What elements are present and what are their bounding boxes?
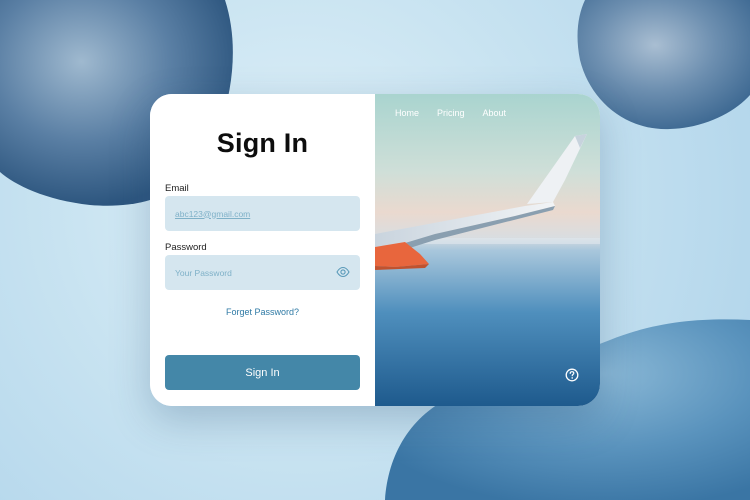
password-field[interactable]: Your Password [165, 255, 360, 290]
sign-in-panel: Sign In Email abc123@gmail.com Password … [150, 94, 375, 406]
sign-in-button[interactable]: Sign In [165, 355, 360, 390]
password-label: Password [165, 242, 207, 253]
nav-item-about[interactable]: About [483, 108, 507, 118]
forgot-password-link[interactable]: Forget Password? [150, 307, 375, 317]
email-placeholder: abc123@gmail.com [175, 208, 251, 219]
email-label: Email [165, 183, 189, 194]
page-title: Sign In [216, 128, 309, 158]
sign-in-card: Sign In Email abc123@gmail.com Password … [150, 94, 600, 406]
password-placeholder: Your Password [175, 267, 232, 278]
nav-item-home[interactable]: Home [395, 108, 419, 118]
top-nav: Home Pricing About [395, 108, 524, 118]
nav-item-pricing[interactable]: Pricing [437, 108, 465, 118]
airplane-wing-image [375, 94, 600, 406]
hero-image-panel: Home Pricing About [375, 94, 600, 406]
eye-icon[interactable] [336, 266, 350, 278]
question-circle-icon[interactable] [565, 368, 579, 382]
email-field[interactable]: abc123@gmail.com [165, 196, 360, 231]
